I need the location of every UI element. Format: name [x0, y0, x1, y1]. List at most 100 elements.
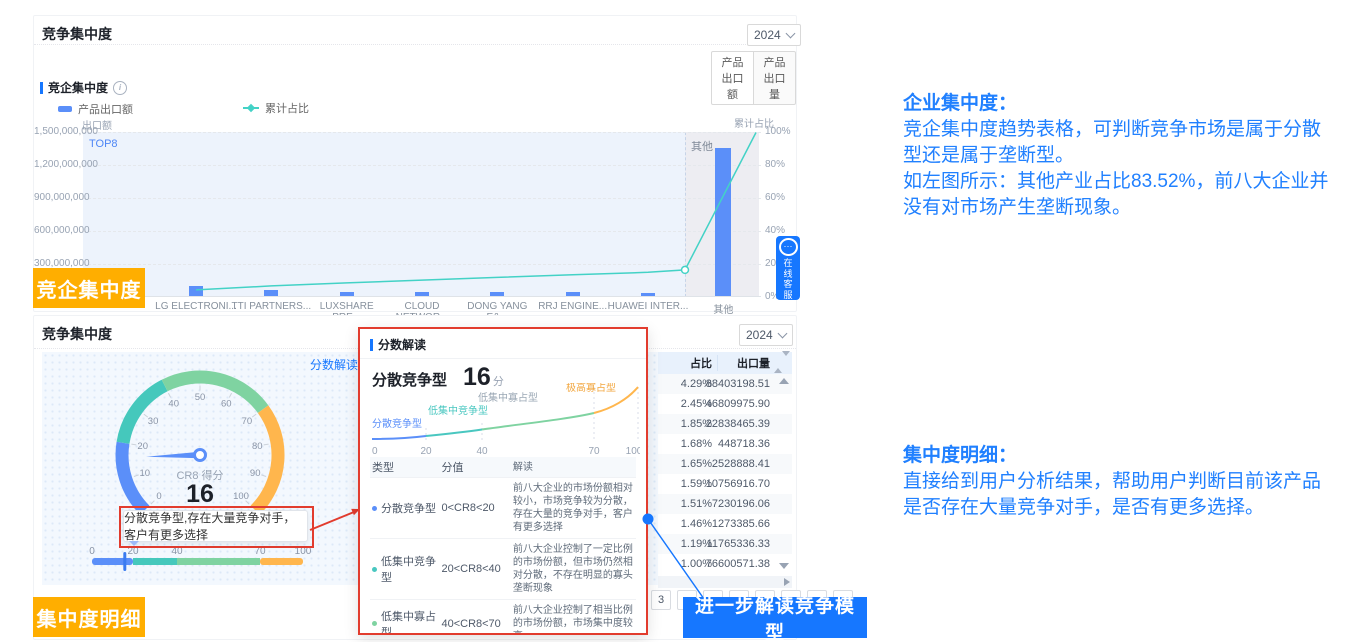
column-header-share: 占比: [690, 355, 712, 371]
gauge-tick: [151, 501, 155, 505]
column-header: 分值: [441, 459, 512, 475]
gauge-tick-label: 20: [137, 441, 148, 452]
x-tick-label: 40: [476, 446, 488, 457]
x-axis-label: LG ELECTRONI...: [154, 301, 238, 312]
y-axis-tick: 900,000,000: [34, 193, 79, 203]
service-char: 服: [783, 290, 792, 301]
section-header: 竞企集中度 i: [40, 79, 127, 96]
unit-tab-group: 产品出口额 产品出口量: [711, 51, 796, 105]
y-axis-tick: 1,200,000,000: [34, 160, 79, 170]
table-row[interactable]: 1.68% 448718.36: [658, 434, 792, 454]
bar-legend-icon: [58, 106, 72, 112]
table-row: 低集中寡占型40<CR8<70前八大企业控制了相当比例的市场份额，市场集中度较高: [370, 599, 636, 635]
gauge-tick: [261, 475, 266, 477]
score-curve: [426, 430, 482, 437]
type-label: 分散竞争型: [381, 500, 436, 516]
service-char: 线: [783, 269, 792, 280]
share-cell: 1.68%: [681, 438, 712, 450]
type-cell: 分散竞争型: [370, 500, 441, 516]
table-row[interactable]: 1.65%2528888.41: [658, 454, 792, 474]
legend-item-line[interactable]: 累计占比: [243, 100, 309, 116]
year-select-value: 2024: [754, 28, 781, 42]
year-select[interactable]: 2024: [739, 324, 793, 346]
top-panel-title: 竞争集中度: [42, 24, 112, 44]
zone-label: 分散竞争型: [372, 417, 422, 430]
slider-segment[interactable]: [133, 558, 177, 565]
score-curve: [482, 413, 594, 430]
popup-header: 分数解读: [360, 329, 646, 358]
chevron-down-icon: [785, 29, 795, 39]
table-row: 低集中竞争型20<CR8<40前八大企业控制了一定比例的市场份额，但市场仍然相对…: [370, 538, 636, 599]
volume-cell: 88403198.51: [706, 378, 770, 390]
volume-cell: 22838465.39: [706, 418, 770, 430]
tooltip-caret: [129, 541, 139, 546]
table-row[interactable]: 1.59%10756916.70: [658, 474, 792, 494]
tab-export-amount[interactable]: 产品出口额: [711, 51, 754, 105]
top-panel: 竞争集中度 2024 产品出口额 产品出口量 竞企集中度 i 产品出口额 累计占…: [33, 15, 797, 312]
gauge-pivot: [195, 450, 206, 461]
note-title: 集中度明细：: [903, 440, 1369, 467]
sort-icon[interactable]: [774, 356, 782, 370]
x-tick-label: 20: [420, 446, 432, 457]
note-body: 直接给到用户分析结果，帮助用户判断目前该产品 是否存在大量竞争对手，是否有更多选…: [903, 469, 1369, 521]
x-axis-label: TTI PARTNERS...: [229, 301, 313, 312]
year-select-value: 2024: [746, 328, 773, 342]
interpret-model-button[interactable]: 进一步解读竞争模型: [683, 597, 867, 638]
volume-cell: 46809975.90: [706, 398, 770, 410]
score-curve-chart: 分散竞争型低集中竞争型低集中寡占型极高寡占型0204070100: [370, 383, 640, 457]
column-header-volume[interactable]: 出口量: [737, 355, 770, 371]
slider-segment[interactable]: [177, 558, 260, 565]
volume-cell: 10756916.70: [706, 478, 770, 490]
note-concentration-detail: 集中度明细： 直接给到用户分析结果，帮助用户判断目前该产品 是否存在大量竞争对手…: [903, 440, 1369, 521]
chevron-down-icon: [777, 329, 787, 339]
section-title: 竞企集中度: [48, 79, 108, 96]
bottom-panel-title: 竞争集中度: [42, 324, 112, 344]
y2-axis-tick: 60%: [765, 193, 785, 203]
legend-label: 累计占比: [265, 100, 309, 116]
slider-segment[interactable]: [92, 558, 133, 565]
gauge-tick-label: 60: [221, 398, 232, 409]
gauge-tick: [168, 393, 170, 397]
gauge-value: 16: [186, 480, 214, 508]
table-row[interactable]: 1.85%22838465.39: [658, 414, 792, 434]
table-row[interactable]: 4.29%88403198.51: [658, 374, 792, 394]
slider-handle[interactable]: [123, 552, 126, 571]
x-axis-label: HUAWEI INTER...: [606, 301, 690, 312]
type-label: 低集中竞争型: [381, 553, 441, 585]
gauge-tick-label: 80: [252, 441, 263, 452]
note-enterprise-concentration: 企业集中度： 竞企集中度趋势表格，可判断竞争市场是属于分散 型还是属于垄断型。 …: [903, 88, 1369, 221]
score-curve: [372, 436, 426, 439]
volume-cell: 2528888.41: [712, 458, 770, 470]
gauge-tick-label: 30: [148, 416, 159, 427]
divider: [34, 44, 796, 45]
table-row: 分散竞争型0<CR8<20前八大企业的市场份额相对较小，市场竞争较为分散，存在大…: [370, 477, 636, 538]
year-select[interactable]: 2024: [747, 24, 801, 46]
scroll-down-icon[interactable]: [779, 563, 789, 569]
page: 竞争集中度 2024 产品出口额 产品出口量 竞企集中度 i 产品出口额 累计占…: [0, 0, 1369, 642]
customer-service-widget[interactable]: ··· 在线客服: [776, 236, 800, 300]
annotation-label-bottom: 集中度明细: [33, 597, 145, 637]
column-header: 类型: [370, 459, 441, 475]
slider-segment[interactable]: [260, 558, 303, 565]
column-header: 解读: [513, 461, 636, 474]
gauge-tick-label: 90: [250, 468, 261, 479]
x-axis-label: 其他: [681, 301, 765, 316]
gauge-tick-label: 40: [168, 398, 179, 409]
share-cell: 1.65%: [681, 458, 712, 470]
gauge-tick-label: 70: [242, 416, 253, 427]
tab-export-volume[interactable]: 产品出口量: [754, 51, 796, 105]
scroll-up-icon[interactable]: [779, 378, 789, 384]
note-body: 竞企集中度趋势表格，可判断竞争市场是属于分散 型还是属于垄断型。 如左图所示：其…: [903, 117, 1369, 221]
info-icon[interactable]: i: [113, 81, 127, 95]
type-dot-icon: [372, 506, 377, 511]
gauge-needle: [146, 452, 200, 458]
annotation-arrow: [306, 502, 366, 536]
x-tick-label: 100: [626, 446, 640, 457]
service-char: 在: [783, 258, 792, 269]
service-char: 客: [783, 279, 792, 290]
desc-cell: 前八大企业控制了一定比例的市场份额，但市场仍然相对分散，不存在明显的寡头垄断现象: [513, 539, 636, 599]
scroll-right-icon[interactable]: [784, 578, 790, 586]
legend-item-bar[interactable]: 产品出口额: [58, 101, 133, 117]
table-row[interactable]: 2.45%46809975.90: [658, 394, 792, 414]
volume-cell: 448718.36: [718, 438, 770, 450]
